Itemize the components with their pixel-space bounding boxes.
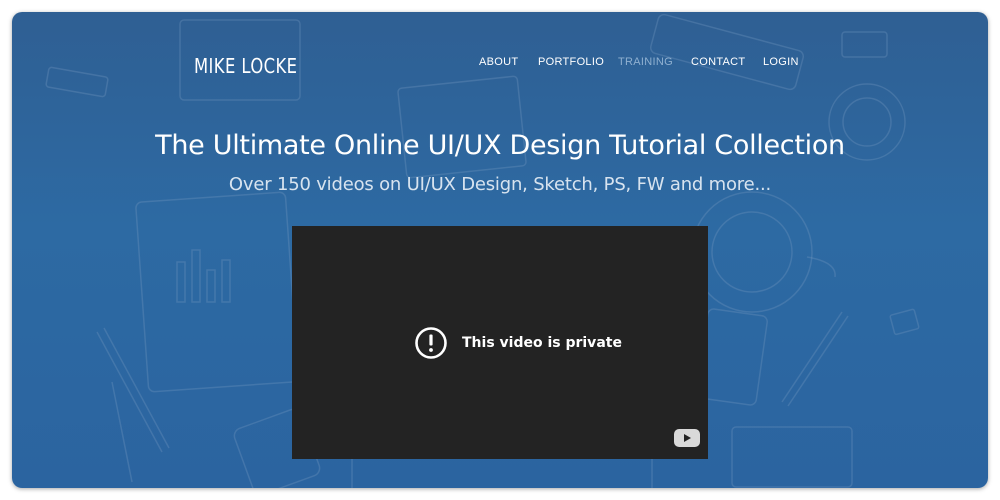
hero-headline: The Ultimate Online UI/UX Design Tutoria… <box>155 130 845 161</box>
nav-item-about[interactable]: ABOUT <box>479 56 518 68</box>
hero-subheadline: Over 150 videos on UI/UX Design, Sketch,… <box>228 174 772 195</box>
video-player[interactable]: This video is private <box>292 226 708 459</box>
nav-item-portfolio[interactable]: PORTFOLIO <box>538 56 604 68</box>
video-private-message: This video is private <box>414 326 622 360</box>
video-private-text: This video is private <box>462 335 622 351</box>
youtube-icon[interactable] <box>674 429 700 447</box>
nav-item-login[interactable]: LOGIN <box>763 56 799 68</box>
browser-frame: MIKE LOCKE ABOUT PORTFOLIO TRAINING CONT… <box>12 12 988 488</box>
alert-circle-icon <box>415 327 447 359</box>
main-nav: ABOUT PORTFOLIO TRAINING CONTACT LOGIN <box>12 56 988 76</box>
nav-item-contact[interactable]: CONTACT <box>691 56 745 68</box>
nav-item-training[interactable]: TRAINING <box>618 56 673 68</box>
